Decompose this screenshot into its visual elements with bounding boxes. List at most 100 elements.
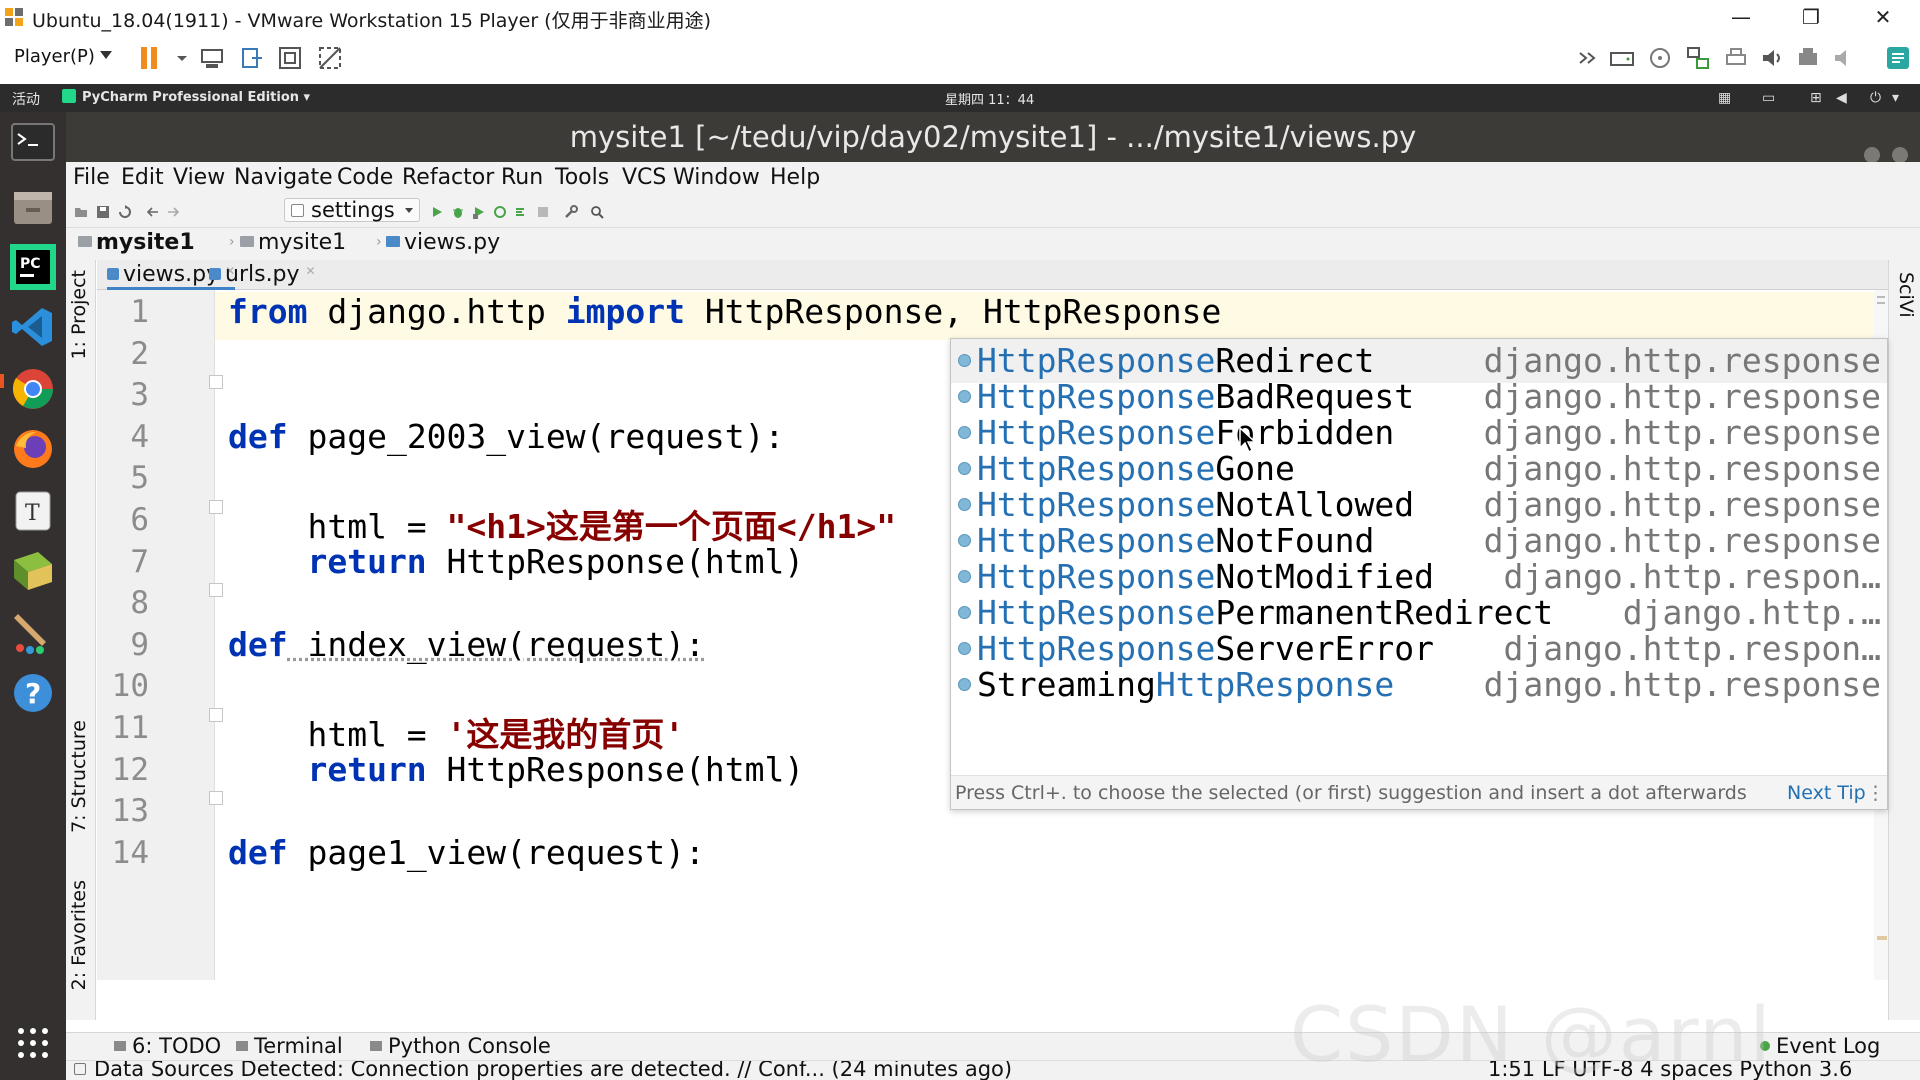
breadcrumb-package[interactable]: mysite1: [240, 230, 346, 255]
message-log-icon[interactable]: [1884, 44, 1912, 72]
chevron-down-icon[interactable]: [100, 51, 112, 59]
terminal-icon[interactable]: [8, 118, 58, 168]
vscode-icon[interactable]: [8, 302, 58, 352]
tab-event-log[interactable]: Event Log: [1760, 1034, 1880, 1058]
calendar-icon[interactable]: ▦: [1718, 90, 1736, 106]
files-icon[interactable]: [8, 182, 58, 232]
printer-icon[interactable]: [1722, 44, 1750, 72]
menu-help[interactable]: Help: [770, 165, 820, 190]
restore-button[interactable]: ❐: [1786, 2, 1836, 32]
forward-arrow-icon[interactable]: [166, 204, 180, 218]
pycharm-icon[interactable]: PC: [8, 242, 58, 292]
stripe-mark: [1877, 302, 1885, 304]
pause-icon[interactable]: [136, 44, 164, 72]
maximize-button[interactable]: [1891, 147, 1908, 163]
vmware-toolbar: Player(P): [0, 34, 1920, 84]
menu-vcs[interactable]: VCS: [622, 165, 666, 190]
paint-brush-icon[interactable]: [8, 606, 58, 656]
menu-view[interactable]: View: [173, 165, 225, 190]
keyword: import: [565, 292, 685, 331]
profile-icon[interactable]: [493, 204, 507, 218]
wrench-icon[interactable]: [564, 204, 578, 218]
sound-card-icon[interactable]: [1758, 44, 1786, 72]
next-tip-link[interactable]: Next Tip: [1787, 782, 1866, 804]
breadcrumb-file[interactable]: views.py: [386, 230, 500, 255]
close-icon[interactable]: ✕: [306, 264, 316, 278]
status-message[interactable]: Data Sources Detected: Connection proper…: [94, 1061, 1012, 1080]
menu-tools[interactable]: Tools: [555, 165, 609, 190]
printer-icon[interactable]: [1794, 44, 1822, 72]
network-icon[interactable]: ⊞: [1810, 90, 1828, 106]
network-adapter-icon[interactable]: [1684, 44, 1712, 72]
fold-marker[interactable]: [209, 375, 223, 389]
help-icon[interactable]: ?: [8, 668, 58, 718]
hard-disk-icon[interactable]: [1608, 44, 1636, 72]
minimize-button[interactable]: —: [1716, 2, 1766, 32]
chevron-down-icon[interactable]: [168, 44, 187, 72]
fold-marker[interactable]: [209, 500, 223, 514]
chrome-icon[interactable]: [8, 364, 58, 414]
minimize-button[interactable]: [1864, 147, 1881, 163]
fold-marker[interactable]: [209, 791, 223, 805]
breadcrumb-project[interactable]: mysite1: [78, 230, 195, 255]
send-ctrl-alt-del-icon[interactable]: [198, 44, 226, 72]
tab-project[interactable]: 1: Project: [68, 270, 90, 360]
speaker-icon[interactable]: [1830, 44, 1858, 72]
breadcrumb-separator: ›: [229, 234, 235, 250]
menu-code[interactable]: Code: [337, 165, 393, 190]
menu-window[interactable]: Window: [673, 165, 760, 190]
book-icon[interactable]: [8, 546, 58, 596]
tab-todo[interactable]: 6: TODO: [114, 1034, 221, 1058]
activities-button[interactable]: 活动: [12, 89, 40, 109]
menu-edit[interactable]: Edit: [121, 165, 164, 190]
tab-urls-py[interactable]: urls.py ✕: [209, 262, 316, 290]
tab-structure[interactable]: 7: Structure: [68, 720, 90, 833]
save-icon[interactable]: [96, 204, 110, 218]
fold-marker[interactable]: [209, 708, 223, 722]
chevron-down-icon: [404, 208, 413, 213]
keyboard-icon[interactable]: ▭: [1762, 90, 1780, 106]
tab-favorites[interactable]: 2: Favorites: [68, 880, 90, 990]
cd-dvd-icon[interactable]: [1646, 44, 1674, 72]
tab-terminal[interactable]: Terminal: [236, 1034, 343, 1058]
back-arrow-icon[interactable]: [146, 204, 160, 218]
firefox-icon[interactable]: [8, 424, 58, 474]
line-number: 8: [130, 585, 149, 621]
fold-marker[interactable]: [209, 583, 223, 597]
debug-icon[interactable]: [451, 204, 465, 218]
open-folder-icon[interactable]: [74, 204, 88, 218]
menu-refactor[interactable]: Refactor: [402, 165, 494, 190]
search-icon[interactable]: [590, 204, 604, 219]
menu-navigate[interactable]: Navigate: [234, 165, 333, 190]
tab-python-console[interactable]: Python Console: [370, 1034, 551, 1058]
menu-run[interactable]: Run: [501, 165, 543, 190]
run-icon[interactable]: [430, 204, 444, 218]
class-icon: [958, 606, 971, 619]
concurrency-icon[interactable]: [514, 204, 528, 218]
volume-icon[interactable]: ◀: [1836, 90, 1854, 106]
unity-icon[interactable]: [316, 44, 344, 72]
removable-devices-icon[interactable]: [238, 44, 266, 72]
fullscreen-icon[interactable]: [276, 44, 304, 72]
text-editor-icon[interactable]: T: [8, 486, 58, 536]
run-coverage-icon[interactable]: [472, 204, 486, 219]
close-button[interactable]: ✕: [1858, 2, 1908, 32]
run-configuration-select[interactable]: settings: [284, 198, 420, 222]
stop-icon[interactable]: [536, 204, 550, 218]
completion-item[interactable]: StreamingHttpResponse django.http.respon…: [951, 663, 1887, 707]
class-icon: [958, 390, 971, 403]
chevron-down-icon[interactable]: ▾: [1892, 90, 1910, 106]
show-applications-icon[interactable]: [8, 1018, 58, 1068]
line-number: 13: [111, 793, 149, 829]
class-icon: [958, 426, 971, 439]
clock[interactable]: 星期四 11：44: [945, 89, 1034, 108]
keyword: def: [228, 833, 288, 872]
power-icon[interactable]: ⏻: [1870, 90, 1888, 106]
player-menu[interactable]: Player(P): [14, 46, 95, 67]
sync-icon[interactable]: [118, 204, 132, 218]
double-chevron-right-icon[interactable]: [1574, 44, 1602, 72]
app-menu[interactable]: PyCharm Professional Edition ▾: [62, 89, 310, 105]
more-options-icon[interactable]: ⋮: [1866, 782, 1885, 804]
menu-file[interactable]: File: [73, 165, 110, 190]
tab-sciview[interactable]: SciVi: [1895, 272, 1917, 318]
